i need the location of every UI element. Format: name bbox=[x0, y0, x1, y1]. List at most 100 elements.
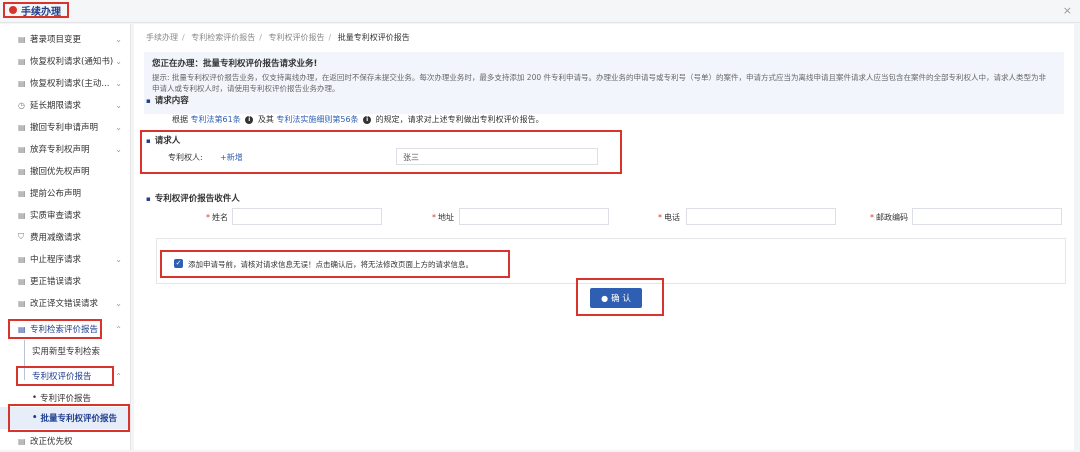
sidebar-item-correct-translation[interactable]: ▤ 改正译文错误请求 ⌄ bbox=[0, 292, 130, 314]
sidebar-item-restore-active[interactable]: ▤ 恢复权利请求(主动... ⌄ bbox=[0, 72, 130, 94]
doc-icon: ▤ bbox=[18, 276, 26, 286]
sidebar-item-correct-error[interactable]: ▤ 更正错误请求 bbox=[0, 270, 130, 292]
basis-suffix: 的规定，请求对上述专利做出专利权评价报告。 bbox=[375, 115, 544, 124]
sidebar-item-withdraw-application[interactable]: ▤ 撤回专利申请声明 ⌄ bbox=[0, 116, 130, 138]
doc-icon: ▤ bbox=[18, 78, 26, 88]
sidebar-item-label: 专利评价报告 bbox=[40, 394, 92, 404]
postcode-label: * 邮政编码 bbox=[870, 213, 908, 222]
breadcrumb-item[interactable]: 专利权评价报告 bbox=[269, 33, 325, 42]
title-bar: 手续办理 × bbox=[0, 0, 1080, 23]
notice-panel: 您正在办理：批量专利权评价报告请求业务! 提示: 批量专利权评价报告业务，仅支持… bbox=[144, 52, 1064, 114]
phone-label: * 电话 bbox=[658, 213, 680, 222]
sidebar-item-label: 改正优先权 bbox=[30, 437, 73, 447]
confirm-checkbox[interactable]: ✓ bbox=[174, 259, 183, 268]
app-title-text: 手续办理 bbox=[21, 6, 61, 18]
address-field[interactable] bbox=[459, 208, 609, 225]
doc-icon: ▤ bbox=[18, 210, 26, 220]
sidebar-item-utility-search[interactable]: 实用新型专利检索 bbox=[0, 340, 130, 362]
app-title: 手续办理 bbox=[3, 2, 69, 18]
law-link[interactable]: 专利法第61条 bbox=[191, 115, 241, 124]
phone-field[interactable] bbox=[686, 208, 836, 225]
sidebar-item-label: 实用新型专利检索 bbox=[32, 347, 101, 357]
sidebar-item-label: 恢复权利请求(通知书) bbox=[30, 57, 114, 67]
info-icon[interactable]: i bbox=[363, 115, 372, 124]
doc-icon: ▤ bbox=[18, 34, 26, 44]
sidebar-item-correct-priority[interactable]: ▤ 改正优先权 bbox=[0, 430, 130, 452]
address-label: * 地址 bbox=[432, 213, 454, 222]
sidebar-item-label: 延长期限请求 bbox=[30, 101, 82, 111]
breadcrumb-item[interactable]: 专利检索评价报告 bbox=[191, 33, 255, 42]
chevron-down-icon: ⌄ bbox=[115, 298, 122, 308]
doc-icon: ▤ bbox=[18, 254, 26, 264]
doc-icon: ▤ bbox=[18, 56, 26, 66]
sidebar-item-fee-reduction[interactable]: ⛉ 费用减缴请求 bbox=[0, 226, 130, 248]
basis-prefix: 根据 bbox=[172, 115, 188, 124]
notice-hint: 提示: 批量专利权评价报告业务，仅支持离线办理，在返回时不保存未提交业务。每次办… bbox=[152, 73, 1046, 93]
notice-title: 您正在办理：批量专利权评价报告请求业务! bbox=[152, 59, 318, 69]
chevron-down-icon: ⌄ bbox=[115, 122, 122, 132]
sidebar-item-abandon-patent[interactable]: ▤ 放弃专利权声明 ⌄ bbox=[0, 138, 130, 160]
sidebar-item-label: 改正译文错误请求 bbox=[30, 299, 99, 309]
shield-icon: ⛉ bbox=[18, 232, 24, 241]
rule-link[interactable]: 专利法实施细则第56条 bbox=[276, 115, 358, 124]
confirm-button-label: 确 认 bbox=[611, 294, 631, 304]
chevron-down-icon: ⌄ bbox=[115, 78, 122, 88]
sidebar-item-label: 专利检索评价报告 bbox=[30, 325, 99, 335]
sidebar-item-extend-deadline[interactable]: ◷ 延长期限请求 ⌄ bbox=[0, 94, 130, 116]
confirm-button[interactable]: ● 确 认 bbox=[590, 288, 642, 308]
sidebar-item-label: 中止程序请求 bbox=[30, 255, 82, 265]
breadcrumb: 手续办理 / 专利检索评价报告 / 专利权评价报告 / 批量专利权评价报告 bbox=[146, 33, 410, 42]
sidebar-item-bibliographic-change[interactable]: ▤ 著录项目变更 ⌄ bbox=[0, 28, 130, 50]
name-field[interactable] bbox=[232, 208, 382, 225]
postcode-field[interactable] bbox=[912, 208, 1062, 225]
doc-icon: ▤ bbox=[18, 122, 26, 132]
sidebar-item-patent-evaluation-report[interactable]: 专利权评价报告 ⌃ bbox=[0, 365, 130, 387]
chevron-down-icon: ⌄ bbox=[115, 254, 122, 264]
sidebar-item-label: 撤回优先权声明 bbox=[30, 167, 90, 177]
close-icon[interactable]: × bbox=[1063, 4, 1072, 17]
sidebar: ▤ 著录项目变更 ⌄ ▤ 恢复权利请求(通知书) ⌄ ▤ 恢复权利请求(主动..… bbox=[0, 24, 131, 450]
logo-icon bbox=[9, 6, 17, 14]
chevron-down-icon: ⌄ bbox=[115, 100, 122, 110]
breadcrumb-current: 批量专利权评价报告 bbox=[337, 33, 410, 42]
doc-icon: ▤ bbox=[18, 144, 26, 154]
section-title-request-content: 请求内容 bbox=[146, 94, 189, 106]
confirm-icon: ● bbox=[601, 293, 609, 303]
main-content: 手续办理 / 专利检索评价报告 / 专利权评价报告 / 批量专利权评价报告 您正在办理… bbox=[134, 24, 1074, 450]
section-title-recipient: 专利权评价报告收件人 bbox=[146, 192, 240, 204]
breadcrumb-item[interactable]: 手续办理 bbox=[146, 33, 178, 42]
bullet-icon: • bbox=[32, 393, 38, 403]
chevron-down-icon: ⌄ bbox=[115, 144, 122, 154]
highlight-box bbox=[8, 404, 130, 432]
doc-icon: ▤ bbox=[18, 188, 26, 198]
clock-icon: ◷ bbox=[18, 100, 25, 110]
chevron-down-icon: ⌄ bbox=[115, 34, 122, 44]
doc-icon: ▤ bbox=[18, 166, 26, 176]
name-label: * 姓名 bbox=[206, 213, 228, 222]
report-icon: ▤ bbox=[18, 324, 26, 334]
doc-icon: ▤ bbox=[18, 298, 26, 308]
add-patentee-link[interactable]: +新增 bbox=[220, 152, 243, 163]
sidebar-item-patent-search-report[interactable]: ▤ 专利检索评价报告 ⌃ bbox=[0, 318, 130, 340]
sidebar-item-early-publication[interactable]: ▤ 提前公布声明 bbox=[0, 182, 130, 204]
sidebar-item-label: 撤回专利申请声明 bbox=[30, 123, 99, 133]
info-icon[interactable]: i bbox=[245, 115, 254, 124]
sidebar-item-label: 恢复权利请求(主动... bbox=[30, 79, 110, 89]
basis-and: 及其 bbox=[257, 115, 274, 124]
sidebar-item-label: 专利权评价报告 bbox=[32, 372, 92, 382]
patentee-label: 专利权人: bbox=[168, 153, 203, 162]
sidebar-item-restore-notice[interactable]: ▤ 恢复权利请求(通知书) ⌄ bbox=[0, 50, 130, 72]
sidebar-item-withdraw-priority[interactable]: ▤ 撤回优先权声明 bbox=[0, 160, 130, 182]
confirm-note-text: 添加申请号前，请核对请求信息无误！点击确认后，将无法修改页面上方的请求信息。 bbox=[188, 260, 473, 269]
patentee-name-field[interactable]: 张三 bbox=[396, 148, 598, 165]
sidebar-item-label: 更正错误请求 bbox=[30, 277, 82, 287]
sidebar-item-substantive-exam[interactable]: ▤ 实质审查请求 bbox=[0, 204, 130, 226]
sidebar-item-suspend-procedure[interactable]: ▤ 中止程序请求 ⌄ bbox=[0, 248, 130, 270]
sidebar-item-label: 费用减缴请求 bbox=[30, 233, 82, 243]
sidebar-item-label: 著录项目变更 bbox=[30, 35, 82, 45]
chevron-up-icon: ⌃ bbox=[115, 371, 122, 381]
request-basis-text: 根据 专利法第61条 i 及其 专利法实施细则第56条 i 的规定，请求对上述专… bbox=[172, 114, 544, 125]
sidebar-item-label: 实质审查请求 bbox=[30, 211, 82, 221]
chevron-up-icon: ⌃ bbox=[115, 324, 122, 334]
doc-icon: ▤ bbox=[18, 436, 26, 446]
